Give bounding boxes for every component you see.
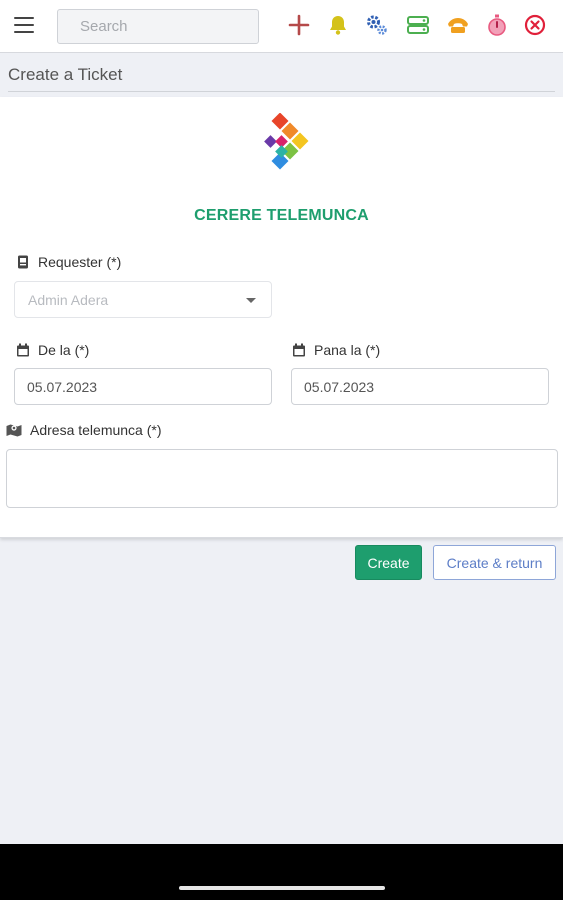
create-button[interactable]: Create [355,545,422,580]
requester-label-text: Requester (*) [38,254,122,270]
form-title: CERERE TELEMUNCA [194,207,369,224]
page-header: Create a Ticket [0,54,563,95]
company-logo [264,112,316,179]
calendar-icon [292,343,306,357]
address-label-text: Adresa telemunca (*) [30,422,162,438]
address-textarea[interactable] [6,449,558,508]
server-icon[interactable] [406,13,430,37]
home-gesture-handle[interactable] [179,886,385,890]
top-bar [0,0,563,53]
date-from-label-text: De la (*) [38,342,90,358]
date-from-input[interactable] [14,368,272,405]
ticket-form-card: CERERE TELEMUNCA Requester (*) Admin Ade… [0,97,563,538]
chevron-down-icon [246,298,256,303]
date-to-label: Pana la (*) [292,342,380,358]
bell-icon[interactable] [326,13,350,37]
plus-icon[interactable] [287,13,311,37]
system-nav-bar [0,844,563,900]
requester-label: Requester (*) [16,254,121,270]
date-from-label: De la (*) [16,342,89,358]
phone-icon[interactable] [446,13,470,37]
stopwatch-icon[interactable] [485,13,509,37]
requester-value: Admin Adera [28,292,109,308]
menu-icon[interactable] [14,17,34,34]
cogs-icon[interactable] [365,13,389,37]
date-to-input[interactable] [291,368,549,405]
calendar-icon [16,343,30,357]
divider [8,91,555,92]
address-label: Adresa telemunca (*) [6,422,162,438]
page-title: Create a Ticket [8,65,123,84]
id-badge-icon [16,255,30,269]
create-and-return-button[interactable]: Create & return [433,545,556,580]
search-input[interactable] [57,9,259,44]
requester-select[interactable]: Admin Adera [14,281,272,318]
map-icon [6,423,22,437]
close-circle-icon[interactable] [523,13,547,37]
date-to-label-text: Pana la (*) [314,342,381,358]
